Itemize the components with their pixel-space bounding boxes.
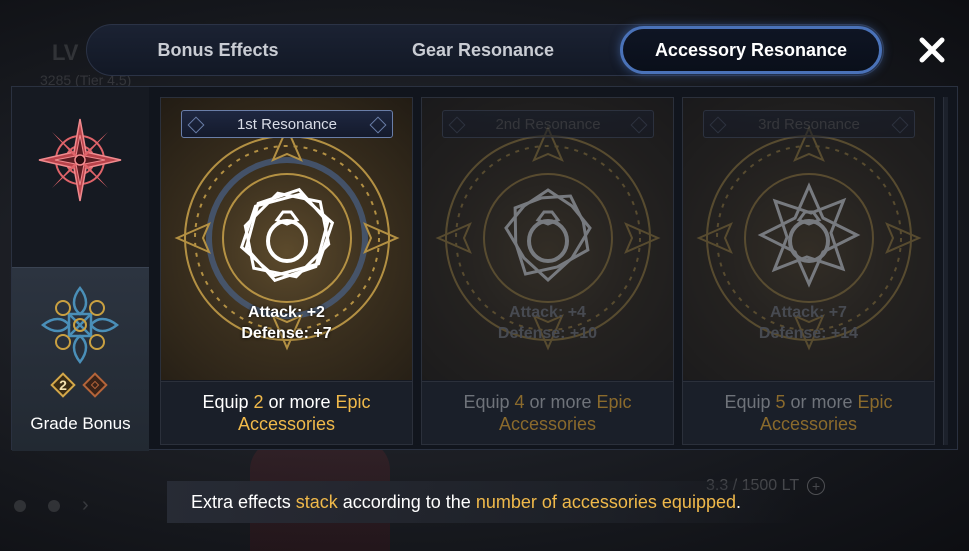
resonance-card-2: 2nd Resonance Attack: +4 Defense: +10 Eq… <box>421 97 674 445</box>
ring-icon <box>527 210 569 263</box>
ring-icon <box>788 210 830 263</box>
page-dot <box>48 499 60 512</box>
resonance-card-1: 1st Resonance Attack: +2 Defense: +7 Equ… <box>160 97 413 445</box>
req-count: 5 <box>775 392 786 412</box>
resonance-stats: Attack: +2 Defense: +7 <box>161 302 412 344</box>
req-suffix: Accessories <box>498 414 596 434</box>
grade-bonus-tab[interactable]: 2 Grade Bonus <box>12 267 149 451</box>
level-label: LV <box>52 40 79 65</box>
note-text: . <box>735 491 741 512</box>
req-count: 2 <box>253 392 264 412</box>
grade-badge-bronze <box>82 372 108 398</box>
resonance-card-3: 3rd Resonance Attack: +7 Defense: +14 Eq… <box>682 97 935 445</box>
resonance-stats: Attack: +7 Defense: +14 <box>683 302 934 344</box>
plus-icon: + <box>807 477 826 495</box>
grade-badges: 2 <box>50 372 108 398</box>
note-text: according to the <box>337 491 476 512</box>
req-prefix: Equip <box>463 392 515 412</box>
next-card-edge <box>943 97 948 445</box>
req-prefix: Equip <box>724 392 776 412</box>
ring-icon <box>266 210 308 263</box>
tab-bar: Bonus Effects Gear Resonance Accessory R… <box>86 24 884 76</box>
close-icon <box>919 37 945 63</box>
note-highlight-stack: stack <box>295 491 338 512</box>
attack-stat: Attack: +2 <box>248 304 325 321</box>
resonance-panel: 2 Grade Bonus 1st Resonance Attack: +2 D… <box>11 86 958 451</box>
page-dots: › <box>14 494 89 517</box>
grade-badge-gold: 2 <box>50 372 76 398</box>
resonance-emblem-slot[interactable] <box>12 87 149 267</box>
defense-stat: Defense: +10 <box>497 325 598 342</box>
resonance-requirement: Equip 2 or more Epic Accessories <box>161 381 412 444</box>
page-dot <box>14 499 26 512</box>
req-mid: or more <box>263 392 336 412</box>
attack-stat: Attack: +7 <box>770 304 847 321</box>
resonance-art: 3rd Resonance Attack: +7 Defense: +14 <box>683 98 934 380</box>
req-prefix: Equip <box>202 392 254 412</box>
tab-bonus-effects[interactable]: Bonus Effects <box>87 26 349 74</box>
resonance-art: 1st Resonance Attack: +2 Defense: +7 <box>161 98 412 380</box>
resonance-requirement: Equip 4 or more Epic Accessories <box>422 381 673 444</box>
req-mid: or more <box>524 392 597 412</box>
req-grade: Epic <box>596 392 632 412</box>
close-button[interactable] <box>912 30 952 70</box>
chevron-right-icon: › <box>82 494 89 516</box>
stacking-note: Extra effects stack according to the num… <box>167 481 797 523</box>
req-mid: or more <box>785 392 858 412</box>
tab-gear-resonance[interactable]: Gear Resonance <box>349 26 617 74</box>
note-text: Extra effects <box>191 491 296 512</box>
defense-stat: Defense: +14 <box>758 325 859 342</box>
tab-accessory-resonance[interactable]: Accessory Resonance <box>620 26 882 74</box>
celtic-cross-icon <box>40 285 120 365</box>
defense-stat: Defense: +7 <box>241 325 332 342</box>
req-grade: Epic <box>335 392 371 412</box>
req-count: 4 <box>514 392 525 412</box>
req-suffix: Accessories <box>759 414 857 434</box>
attack-stat: Attack: +4 <box>509 304 586 321</box>
resonance-requirement: Equip 5 or more Epic Accessories <box>683 381 934 444</box>
compass-star-icon <box>38 118 122 202</box>
req-suffix: Accessories <box>237 414 335 434</box>
req-grade: Epic <box>857 392 893 412</box>
resonance-title: 1st Resonance <box>181 110 393 138</box>
resonance-art: 2nd Resonance Attack: +4 Defense: +10 <box>422 98 673 380</box>
resonance-title: 2nd Resonance <box>442 110 654 138</box>
grade-bonus-label: Grade Bonus <box>30 414 131 433</box>
note-highlight-count: number of accessories equipped <box>475 491 736 512</box>
grade-badge-number: 2 <box>59 377 67 393</box>
resonance-stats: Attack: +4 Defense: +10 <box>422 302 673 344</box>
resonance-title: 3rd Resonance <box>703 110 915 138</box>
